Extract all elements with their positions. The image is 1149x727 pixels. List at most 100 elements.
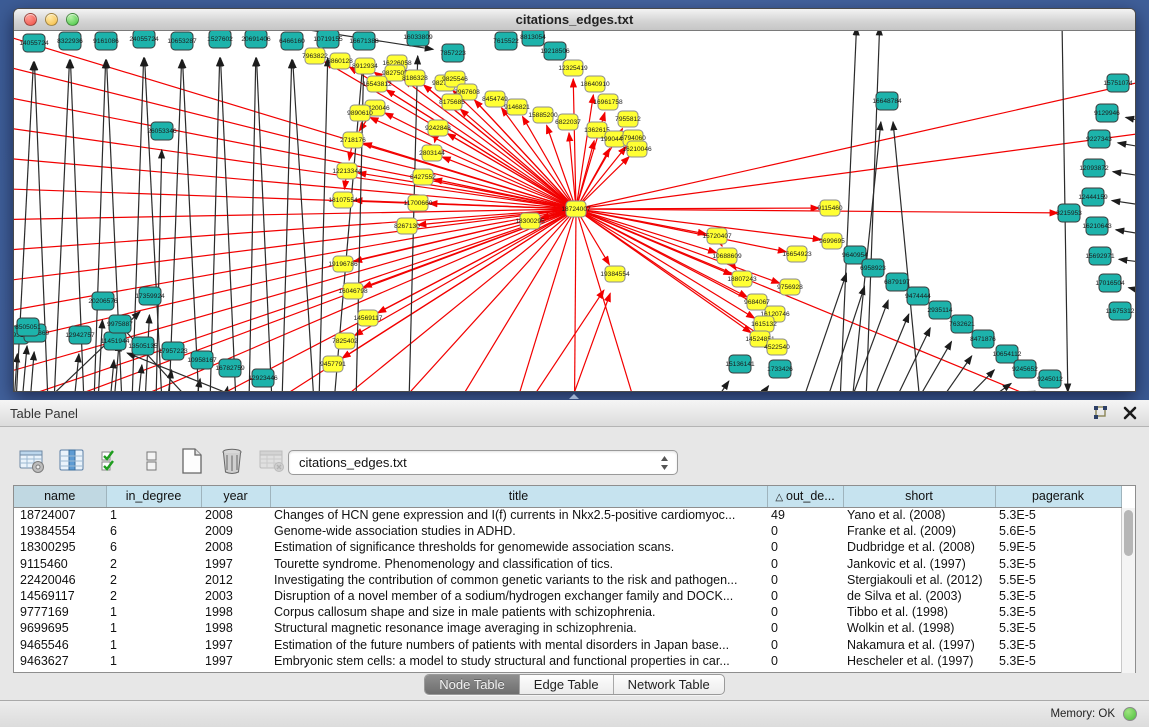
- graph-node[interactable]: 19384554: [600, 266, 630, 282]
- table-cell[interactable]: 5.3E-5: [995, 588, 1121, 604]
- graph-node[interactable]: 7955812: [615, 111, 641, 127]
- table-cell[interactable]: 1997: [201, 653, 270, 669]
- column-header-pagerank[interactable]: pagerank: [995, 486, 1121, 507]
- graph-edge[interactable]: [984, 383, 1011, 391]
- graph-node[interactable]: 12213344: [332, 163, 362, 179]
- delete-values-trash-button[interactable]: [218, 447, 246, 475]
- table-cell[interactable]: Hescheler et al. (1997): [843, 653, 995, 669]
- table-cell[interactable]: 2012: [201, 572, 270, 588]
- graph-node[interactable]: 15885200: [528, 107, 558, 123]
- table-cell[interactable]: 1: [106, 620, 201, 636]
- table-cell[interactable]: 2: [106, 572, 201, 588]
- graph-edge[interactable]: [420, 209, 576, 391]
- graph-node[interactable]: 9890610: [347, 105, 373, 121]
- graph-node[interactable]: 26053346: [147, 122, 177, 140]
- graph-node[interactable]: 16033809: [403, 31, 433, 46]
- graph-node[interactable]: 20691406: [241, 31, 271, 48]
- close-panel-button[interactable]: [1121, 404, 1139, 422]
- graph-edge[interactable]: [756, 386, 769, 391]
- table-cell[interactable]: 1998: [201, 620, 270, 636]
- tab-edge-table[interactable]: Edge Table: [520, 675, 614, 694]
- graph-node[interactable]: 9161086: [93, 32, 119, 50]
- table-cell[interactable]: Wolkin et al. (1998): [843, 620, 995, 636]
- table-cell[interactable]: 0: [767, 539, 843, 555]
- graph-edge[interactable]: [1116, 230, 1135, 234]
- graph-edge[interactable]: [183, 209, 576, 391]
- graph-node[interactable]: 20206576: [88, 292, 118, 310]
- column-header-short[interactable]: short: [843, 486, 995, 507]
- table-cell[interactable]: Investigating the contribution of common…: [270, 572, 767, 588]
- table-cell[interactable]: 5.6E-5: [995, 523, 1121, 539]
- graph-edge[interactable]: [14, 209, 576, 255]
- graph-edge[interactable]: [962, 370, 994, 391]
- table-cell[interactable]: 18724007: [14, 507, 106, 523]
- table-cell[interactable]: Genome-wide association studies in ADHD.: [270, 523, 767, 539]
- table-cell[interactable]: 5.3E-5: [995, 507, 1121, 523]
- table-settings-button[interactable]: [18, 447, 46, 475]
- table-cell[interactable]: 9777169: [14, 604, 106, 620]
- table-row[interactable]: 969969511998Structural magnetic resonanc…: [14, 620, 1121, 636]
- table-row[interactable]: 1456911722003Disruption of a novel membe…: [14, 588, 1121, 604]
- table-cell[interactable]: 5.9E-5: [995, 539, 1121, 555]
- graph-edge[interactable]: [576, 122, 1135, 209]
- table-header-row[interactable]: namein_degreeyeartitle△out_de...shortpag…: [14, 486, 1121, 507]
- delete-table-button-disabled[interactable]: [258, 447, 286, 475]
- column-header-year[interactable]: year: [201, 486, 270, 507]
- table-cell[interactable]: 1997: [201, 637, 270, 653]
- table-cell[interactable]: 18300295: [14, 539, 106, 555]
- table-cell[interactable]: 49: [767, 507, 843, 523]
- table-cell[interactable]: 0: [767, 588, 843, 604]
- attribute-table-grid[interactable]: namein_degreeyeartitle△out_de...shortpag…: [14, 486, 1122, 669]
- graph-edge[interactable]: [14, 49, 576, 209]
- graph-edge[interactable]: [138, 365, 142, 391]
- table-cell[interactable]: 2008: [201, 539, 270, 555]
- graph-edge[interactable]: [916, 342, 951, 391]
- select-column-button[interactable]: [58, 447, 86, 475]
- graph-node[interactable]: 16210643: [1082, 217, 1112, 235]
- graph-node[interactable]: 11451944: [101, 332, 130, 350]
- new-table-button[interactable]: [178, 447, 206, 475]
- graph-node[interactable]: 2718176: [340, 132, 366, 148]
- table-cell[interactable]: 1: [106, 637, 201, 653]
- graph-node[interactable]: 19218506: [540, 42, 570, 60]
- graph-node[interactable]: 8186328: [402, 70, 428, 86]
- graph-edge[interactable]: [224, 387, 228, 391]
- table-cell[interactable]: 0: [767, 604, 843, 620]
- table-cell[interactable]: Disruption of a novel member of a sodium…: [270, 588, 767, 604]
- graph-edge[interactable]: [442, 157, 576, 209]
- graph-edge[interactable]: [183, 60, 199, 391]
- graph-node[interactable]: 8427552: [410, 169, 436, 185]
- graph-edge[interactable]: [293, 60, 314, 391]
- graph-node[interactable]: 13505135: [128, 337, 158, 355]
- graph-node[interactable]: 16648784: [872, 92, 902, 110]
- tab-node-table[interactable]: Node Table: [425, 675, 520, 694]
- table-cell[interactable]: 5.3E-5: [995, 556, 1121, 572]
- graph-node[interactable]: 1733426: [767, 360, 793, 378]
- graph-edge[interactable]: [30, 352, 34, 391]
- graph-edge[interactable]: [714, 381, 729, 391]
- graph-node[interactable]: 10688609: [712, 248, 742, 264]
- graph-edge[interactable]: [893, 122, 920, 391]
- network-view-window[interactable]: citations_edges.txt 14055724832293691610…: [13, 8, 1136, 392]
- zoom-window-button[interactable]: [66, 13, 79, 26]
- table-cell[interactable]: 0: [767, 620, 843, 636]
- graph-node[interactable]: 16671388: [349, 32, 379, 50]
- graph-edge[interactable]: [1129, 288, 1135, 291]
- graph-node[interactable]: 1615132: [751, 316, 777, 332]
- table-row[interactable]: 946362711997Embryonic stem cells: a mode…: [14, 653, 1121, 669]
- graph-node[interactable]: 12923446: [248, 369, 278, 387]
- graph-node[interactable]: 9115460: [817, 200, 843, 216]
- table-cell[interactable]: 6: [106, 539, 201, 555]
- tab-network-table[interactable]: Network Table: [614, 675, 724, 694]
- graph-node[interactable]: 7615522: [493, 32, 519, 50]
- graph-node[interactable]: 15720407: [702, 228, 732, 244]
- table-cell[interactable]: Nakamura et al. (1997): [843, 637, 995, 653]
- graph-node[interactable]: 10958167: [187, 351, 217, 369]
- graph-node[interactable]: 18640910: [580, 76, 610, 92]
- graph-edge[interactable]: [1112, 201, 1135, 205]
- table-cell[interactable]: 0: [767, 523, 843, 539]
- table-cell[interactable]: Corpus callosum shape and size in male p…: [270, 604, 767, 620]
- table-row[interactable]: 1872400712008Changes of HCN gene express…: [14, 507, 1121, 523]
- graph-node[interactable]: 6958923: [860, 259, 886, 277]
- graph-edge[interactable]: [249, 58, 256, 391]
